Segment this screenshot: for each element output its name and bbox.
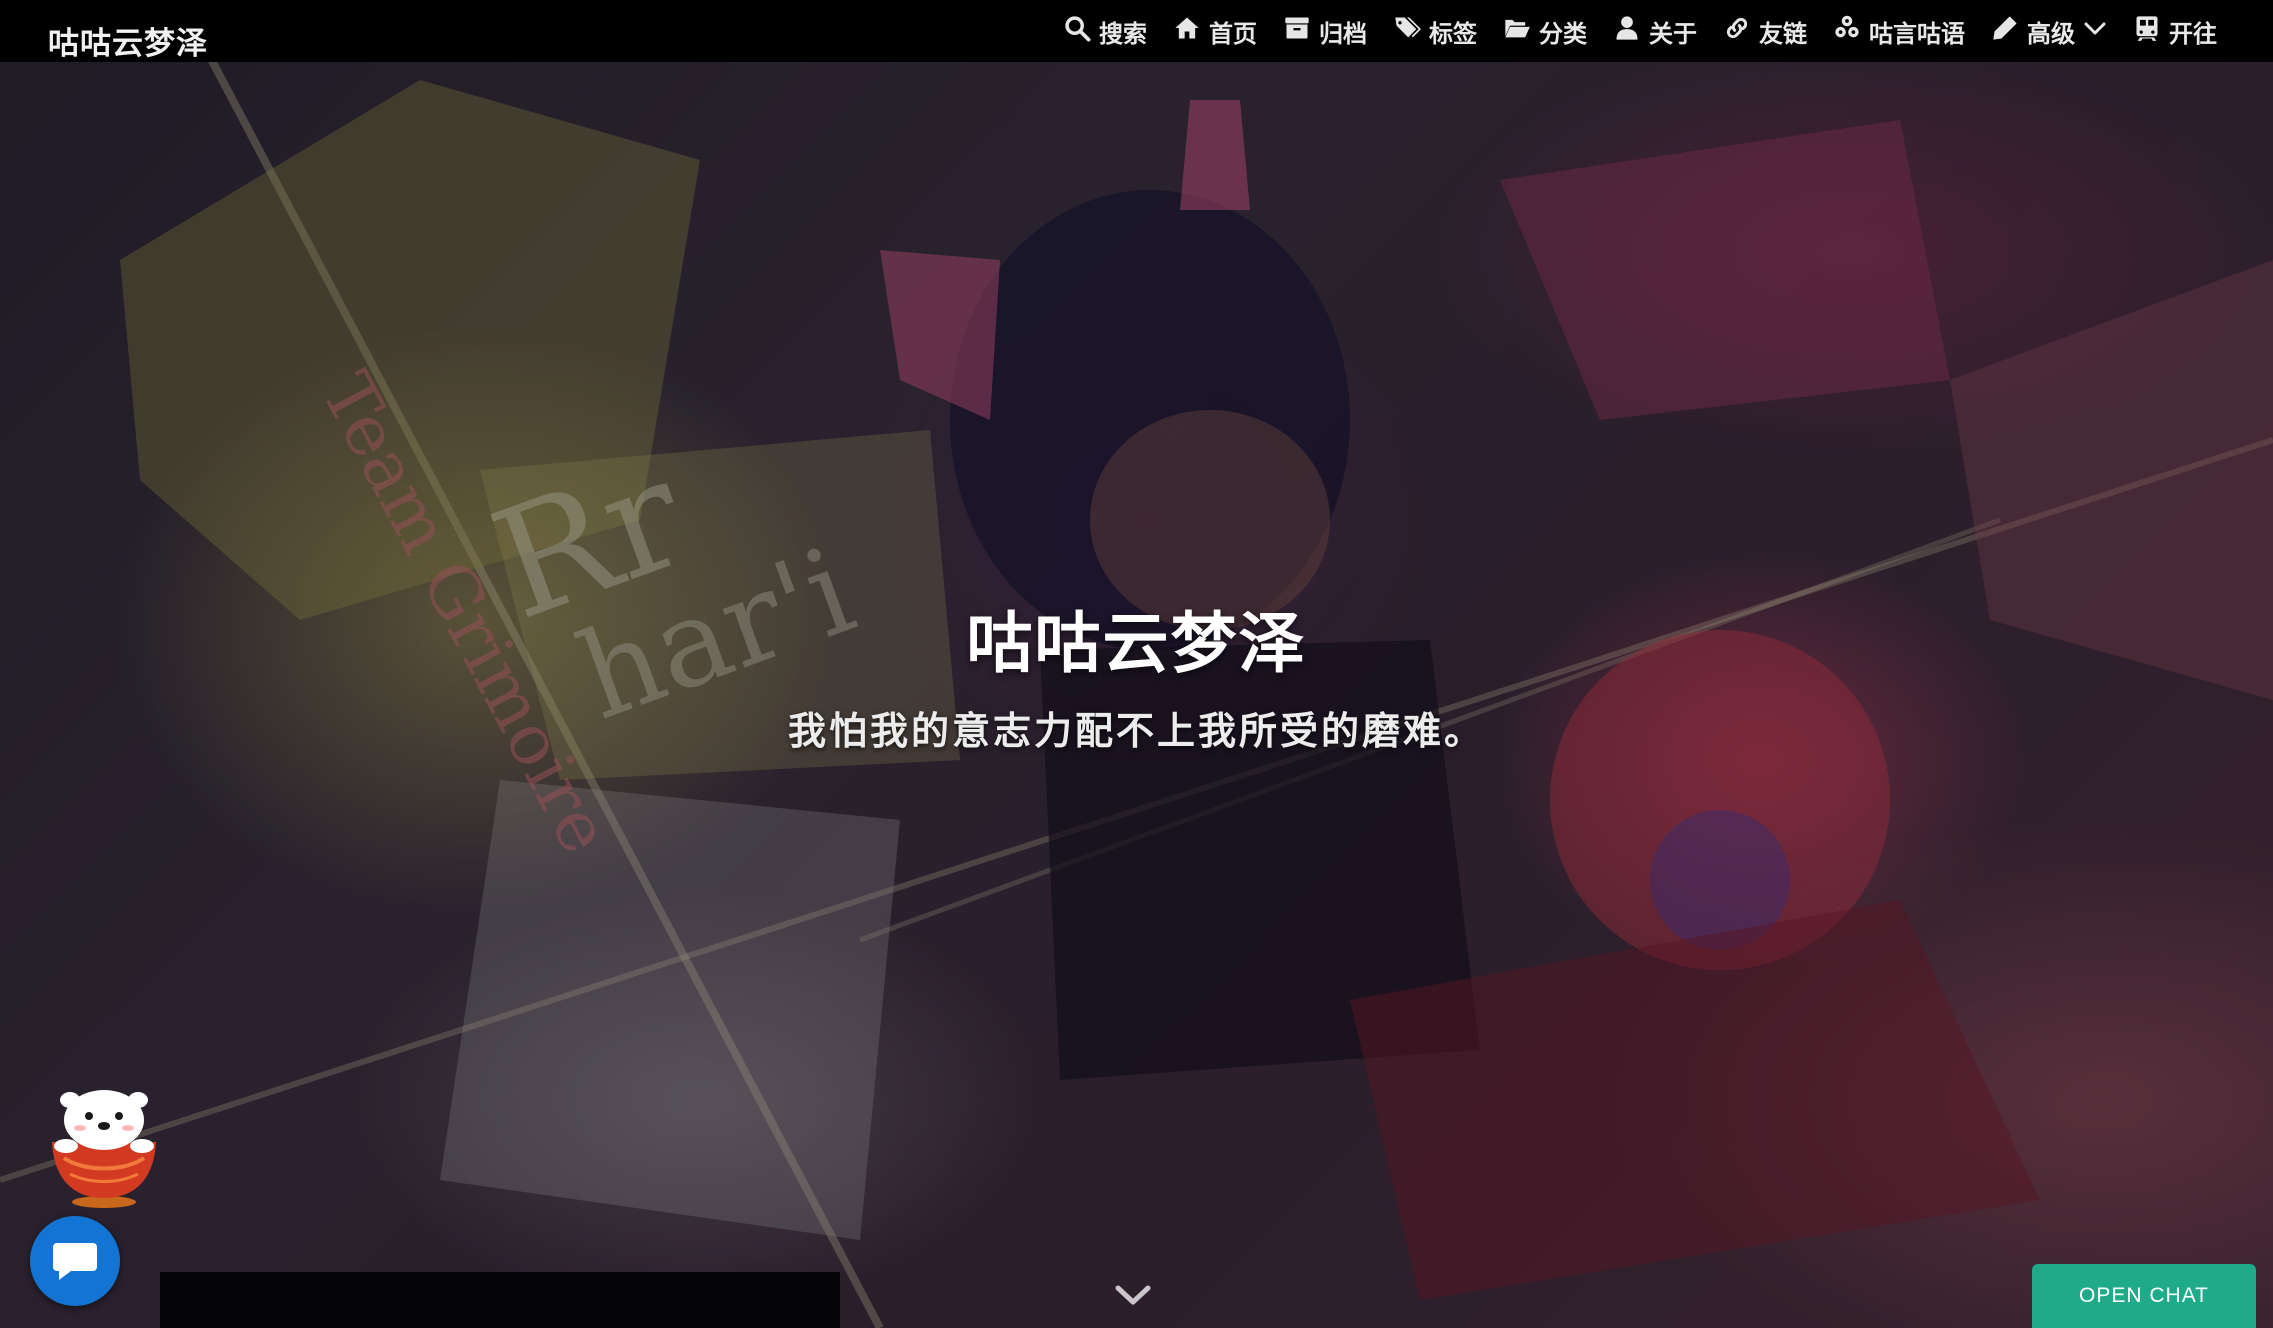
archive-icon: [1283, 14, 1311, 48]
main-menu: 搜索 首页 归档 标签 分类 关于 友链 咕言咕语 高级 开往: [1063, 0, 2217, 62]
nav-item-advanced-dropdown[interactable]: 高级: [1991, 14, 2107, 49]
pencil-icon: [1991, 14, 2019, 48]
nav-item-tags[interactable]: 标签: [1393, 14, 1477, 49]
user-icon: [1613, 14, 1641, 48]
nav-item-home[interactable]: 首页: [1173, 14, 1257, 49]
hero-subtitle: 我怕我的意志力配不上我所受的磨难。: [787, 708, 1485, 753]
nav-item-label: 高级: [2027, 19, 2075, 48]
chevron-down-icon: [2083, 16, 2107, 46]
nav-item-travel[interactable]: 开往: [2133, 14, 2217, 49]
page: Rr har'i Team Grimoire 咕咕云梦泽 搜索 首页 归档 标签…: [0, 0, 2273, 1328]
nav-item-label: 分类: [1539, 19, 1587, 48]
chat-bubble-icon: [53, 1243, 97, 1280]
cubes-icon: [1833, 14, 1861, 48]
tags-icon: [1393, 14, 1421, 48]
nav-item-label: 关于: [1649, 19, 1697, 48]
home-icon: [1173, 14, 1201, 48]
mascot-widget[interactable]: [44, 1080, 164, 1210]
site-brand[interactable]: 咕咕云梦泽: [48, 18, 208, 63]
bottom-dark-strip: [160, 1272, 840, 1328]
nav-item-search[interactable]: 搜索: [1063, 14, 1147, 49]
chat-launcher-button[interactable]: [30, 1216, 120, 1306]
nav-item-label: 搜索: [1099, 19, 1147, 48]
top-navbar: 咕咕云梦泽 搜索 首页 归档 标签 分类 关于 友链 咕言咕语 高级 开往: [0, 0, 2273, 62]
nav-item-label: 首页: [1209, 19, 1257, 48]
scroll-down-button[interactable]: [1112, 1280, 1154, 1312]
nav-item-gugu[interactable]: 咕言咕语: [1833, 14, 1965, 49]
nav-item-label: 友链: [1759, 19, 1807, 48]
nav-item-friend-links[interactable]: 友链: [1723, 14, 1807, 49]
nav-item-label: 归档: [1319, 19, 1367, 48]
hero-title: 咕咕云梦泽: [966, 604, 1307, 682]
nav-item-about[interactable]: 关于: [1613, 14, 1697, 49]
nav-item-categories[interactable]: 分类: [1503, 14, 1587, 49]
subway-icon: [2133, 14, 2161, 48]
search-icon: [1063, 14, 1091, 48]
folder-open-icon: [1503, 14, 1531, 48]
chevron-down-icon: [1115, 1285, 1151, 1305]
nav-item-label: 开往: [2169, 19, 2217, 48]
nav-item-archive[interactable]: 归档: [1283, 14, 1367, 49]
nav-item-label: 咕言咕语: [1869, 19, 1965, 48]
nav-item-label: 标签: [1429, 19, 1477, 48]
open-chat-button[interactable]: OPEN CHAT: [2032, 1264, 2256, 1328]
link-icon: [1723, 14, 1751, 48]
